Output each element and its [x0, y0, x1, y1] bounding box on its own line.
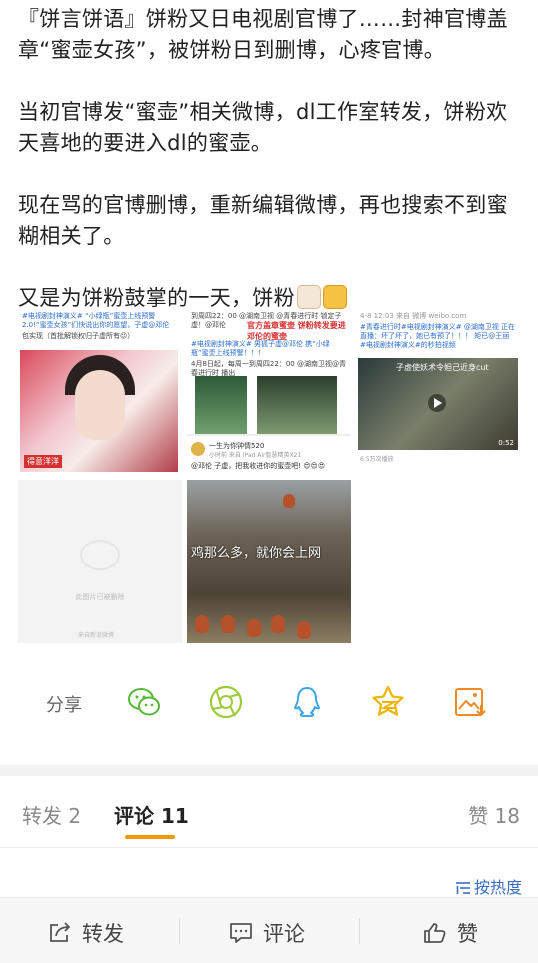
image-tile-2[interactable]: 到周四22：00 @湖南卫视 @青春进行时 锁定子虚！@邓伦 官方盖章蜜壶 饼粉… [187, 310, 351, 473]
qq-icon[interactable] [288, 683, 326, 721]
meme-caption: 鸡那么多，就你会上网 [191, 546, 322, 561]
like-label: 赞 [457, 922, 478, 946]
thumbs-up-icon [424, 923, 446, 943]
hen-shape [283, 494, 295, 508]
video-title: 子虚使妖术令妲己近身cut [396, 363, 489, 372]
interaction-tabs: 转发 2 评论 11 赞 18 [0, 776, 538, 848]
bar-separator [179, 918, 180, 944]
tab-repost[interactable]: 转发 2 [22, 800, 81, 829]
tab-like[interactable]: 赞 18 [468, 800, 520, 829]
play-icon[interactable] [428, 394, 446, 412]
hen-shape [271, 615, 285, 633]
hen-shape [297, 621, 311, 639]
comment-label: 评论 [263, 922, 305, 946]
save-image-icon[interactable] [451, 683, 489, 721]
actor-photo: 得意洋洋 [20, 350, 178, 472]
tile3-header: 4-8 12:03 来自 微博 weibo.com [360, 312, 467, 320]
video-thumbnail[interactable]: 子虚使妖术令妲己近身cut 0:52 [358, 358, 518, 450]
tile3-caption: #青春进行时#电视剧封神演义# @湖南卫视 正在直播：坏了坏了，她已有预了！！！… [360, 323, 516, 340]
hen-shape [195, 615, 209, 633]
face-shape [75, 370, 125, 440]
share-label: 分享 [46, 695, 82, 716]
video-duration: 0:52 [498, 439, 514, 447]
beer-emoji-icon [322, 285, 347, 309]
tile2-red-title: 官方盖章蜜壶 饼粉转发要进邓伦的蜜壶 [247, 321, 346, 341]
photo-tag: 得意洋洋 [24, 455, 62, 468]
comment-icon [230, 923, 252, 943]
sort-by-hot-button[interactable]: 按热度 [455, 874, 522, 898]
qzone-icon[interactable] [369, 683, 407, 721]
tile2-separator [187, 434, 351, 436]
bottom-action-bar: 转发 评论 赞 [0, 897, 538, 963]
image-tile-5[interactable]: 鸡那么多，就你会上网 [187, 480, 351, 643]
like-button[interactable]: 赞 [423, 918, 478, 948]
repost-button[interactable]: 转发 [48, 918, 124, 948]
post-paragraph-1: 『饼言饼语』饼粉又日电视剧官博了……封神官博盖章“蜜壶女孩”，被饼粉日到删博，心… [18, 7, 508, 62]
image-tile-3[interactable]: 4-8 12:03 来自 微博 weibo.com #青春进行时#电视剧封神演义… [356, 310, 520, 473]
deleted-image-source: 来自新浪微博 [78, 632, 115, 639]
wechat-icon[interactable] [125, 683, 163, 721]
hen-shape [221, 615, 235, 633]
sort-icon [455, 882, 470, 894]
comment-text: @邓伦 子虚，把我收进你的蜜壶吧! 😍😍😍 [191, 462, 326, 470]
tile1-caption: #电视剧封神演义# “小绿瓶”蜜壶上线预警2.0!“蜜壶女孩”们快说出你的愿望，… [22, 312, 170, 329]
drama-still-1 [195, 376, 247, 434]
sort-label: 按热度 [473, 878, 522, 897]
share-row: 分享 [0, 672, 538, 734]
bar-separator [359, 918, 360, 944]
post-paragraph-3: 现在骂的官博删博，重新编辑微博，再也搜索不到蜜糊相关了。 [18, 193, 508, 248]
video-views: 6.5万次播放 [360, 456, 394, 463]
comment-button[interactable]: 评论 [229, 918, 305, 948]
tile1-caption-2: 包实现（首批解锁权归子虚所有😉） [22, 332, 135, 340]
tile3-video-link: #电视剧封神演义#的秒拍视频 [360, 341, 456, 349]
image-tile-1[interactable]: #电视剧封神演义# “小绿瓶”蜜壶上线预警2.0!“蜜壶女孩”们快说出你的愿望，… [18, 310, 182, 473]
active-tab-indicator [125, 835, 175, 839]
section-divider [0, 765, 538, 776]
post-paragraph-2: 当初官博发“蜜壶”相关微博，dl工作室转发，饼粉欢天喜地的要进入dl的蜜壶。 [18, 100, 508, 155]
hen-shape [247, 619, 261, 637]
drama-still-2 [257, 376, 337, 434]
repost-label: 转发 [82, 922, 124, 946]
commenter-avatar [191, 442, 205, 456]
moments-icon[interactable] [207, 683, 245, 721]
post-paragraph-4-text: 又是为饼粉鼓掌的一天，饼粉 [18, 286, 295, 310]
tab-comment[interactable]: 评论 11 [114, 800, 189, 829]
cow-emoji-icon [296, 285, 321, 309]
post-body: 『饼言饼语』饼粉又日电视剧官博了……封神官博盖章“蜜壶女孩”，被饼粉日到删博，心… [18, 4, 523, 314]
deleted-image-text: 此图片已被删除 [75, 593, 125, 601]
image-tile-4[interactable]: 此图片已被删除 来自新浪微博 [18, 480, 182, 643]
repost-icon [50, 922, 71, 942]
chicken-meme-photo [187, 480, 351, 643]
commenter-meta: 小时前 来自 iPad Air智慧精英X21 [209, 452, 302, 459]
weibo-logo-icon [80, 540, 120, 570]
